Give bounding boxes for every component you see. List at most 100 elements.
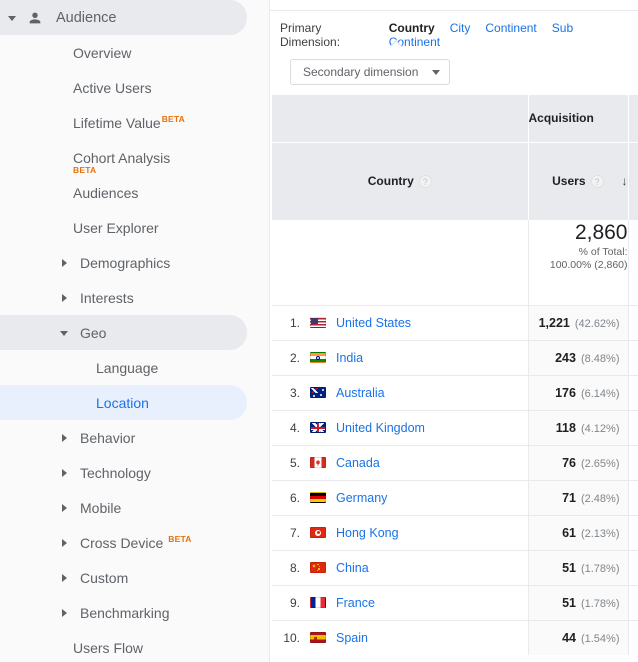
dimension-tab-city[interactable]: City [450, 21, 471, 35]
row-country-link[interactable]: United States [336, 316, 411, 330]
row-users-value: 76 [562, 455, 576, 470]
row-next-cell [628, 549, 638, 585]
sidebar-item-lifetime-value[interactable]: Lifetime ValueBETA [0, 105, 269, 140]
row-country-link[interactable]: Spain [336, 631, 368, 645]
totals-users-value: 2,860 [574, 220, 628, 244]
sidebar-item-cohort-analysis[interactable]: Cohort Analysis BETA [0, 140, 269, 175]
sidebar-item-label-wrap: Overview [73, 45, 131, 61]
sidebar-item-behavior[interactable]: Behavior [0, 420, 269, 455]
dimension-tab-continent[interactable]: Continent [485, 21, 536, 35]
chevron-right-icon[interactable] [60, 258, 70, 268]
totals-users-pct-value: 100.00% (2,860) [549, 258, 628, 271]
row-dimension-cell: 9. France [272, 584, 529, 620]
sidebar-item-benchmarking[interactable]: Benchmarking [0, 595, 269, 630]
sidebar-item-technology[interactable]: Technology [0, 455, 269, 490]
table-header: Acquisition Country? Users? ↓ [272, 95, 638, 220]
row-users-cell: 51 (1.78%) [528, 549, 629, 585]
sidebar-item-user-explorer[interactable]: User Explorer [0, 210, 269, 245]
sidebar-item-language[interactable]: Language [0, 350, 269, 385]
table-row: 2. India 243 (8.48%) [272, 339, 638, 375]
beta-badge: BETA [161, 113, 185, 124]
help-icon[interactable]: ? [418, 175, 432, 189]
chevron-right-icon[interactable] [60, 433, 70, 443]
sidebar-item-demographics[interactable]: Demographics [0, 245, 269, 280]
cn-flag-icon [310, 562, 326, 573]
row-users-value: 44 [562, 630, 576, 645]
sidebar-item-mobile[interactable]: Mobile [0, 490, 269, 525]
chevron-right-icon[interactable] [60, 573, 70, 583]
sidebar-item-audience[interactable]: Audience [0, 0, 269, 35]
primary-dimension-tabs[interactable]: Country City Continent Sub Continent [389, 21, 638, 49]
secondary-dimension-button[interactable]: Secondary dimension [290, 59, 451, 85]
beta-badge: BETA [168, 533, 192, 544]
gb-flag-icon [310, 422, 326, 433]
chevron-right-icon[interactable] [60, 538, 70, 548]
row-rank: 5. [289, 455, 300, 470]
sidebar-item-overview[interactable]: Overview [0, 35, 269, 70]
dimension-tab-country[interactable]: Country [389, 21, 435, 35]
sidebar-item-location[interactable]: Location [0, 385, 269, 420]
row-users-percent: (1.78%) [580, 597, 620, 610]
chevron-down-icon[interactable] [8, 13, 18, 23]
row-users-percent: (4.12%) [580, 422, 620, 435]
row-country-link[interactable]: Germany [336, 491, 387, 505]
country-report-table: Acquisition Country? Users? ↓ 2,860 % of… [272, 95, 638, 655]
row-country-link[interactable]: Canada [336, 456, 380, 470]
group-header-blank [272, 95, 529, 142]
table-row: 8. China 51 (1.78%) [272, 549, 638, 585]
sidebar-item-highlight [0, 315, 247, 350]
row-rank: 7. [289, 525, 300, 540]
chevron-right-icon[interactable] [60, 293, 70, 303]
column-header-country[interactable]: Country? [272, 141, 529, 220]
row-country-link[interactable]: China [336, 561, 369, 575]
row-country-link[interactable]: India [336, 351, 363, 365]
sidebar-item-custom[interactable]: Custom [0, 560, 269, 595]
left-sidebar-nav[interactable]: Audience Overview Active Users Lifetime Val… [0, 0, 270, 662]
row-users-value: 1,221 [538, 315, 570, 330]
sidebar-item-audiences[interactable]: Audiences [0, 175, 269, 210]
sidebar-item-active-users[interactable]: Active Users [0, 70, 269, 105]
table-row: 5. Canada 76 (2.65%) [272, 444, 638, 480]
sidebar-item-cross-device[interactable]: Cross Device BETA [0, 525, 269, 560]
sort-descending-icon[interactable]: ↓ [616, 174, 628, 188]
sidebar-item-label-wrap: Language [96, 360, 158, 376]
beta-badge: BETA [73, 165, 97, 175]
sidebar-item-label: Custom [80, 569, 129, 586]
row-country-link[interactable]: Hong Kong [336, 526, 399, 540]
sidebar-item-label-wrap: Technology [80, 465, 151, 481]
sidebar-item-label-wrap: Audiences [73, 185, 138, 201]
row-users-percent: (1.78%) [580, 562, 620, 575]
row-country-link[interactable]: France [336, 596, 375, 610]
chevron-right-icon[interactable] [60, 608, 70, 618]
sidebar-item-geo[interactable]: Geo [0, 315, 269, 350]
au-flag-icon [310, 387, 326, 398]
row-next-cell [628, 304, 638, 340]
chevron-right-icon[interactable] [60, 468, 70, 478]
row-rank: 4. [289, 420, 300, 435]
row-country-link[interactable]: United Kingdom [336, 421, 425, 435]
sidebar-item-label: Mobile [80, 499, 122, 516]
row-dimension-cell: 3. Australia [272, 374, 529, 410]
sidebar-item-label-wrap: Cross Device BETA [80, 533, 192, 551]
us-flag-icon [310, 317, 326, 328]
row-users-value: 118 [555, 420, 576, 435]
row-dimension-cell: 2. India [272, 339, 529, 375]
row-country-link[interactable]: Australia [336, 386, 385, 400]
sidebar-item-interests[interactable]: Interests [0, 280, 269, 315]
sidebar-item-label: Cross Device [80, 534, 164, 551]
table-group-header-row: Acquisition [272, 95, 638, 142]
totals-dimension-cell [272, 219, 529, 305]
row-users-cell: 76 (2.65%) [528, 444, 629, 480]
sidebar-item-label: Audiences [73, 184, 139, 201]
table-row: 1. United States 1,221 (42.62%) [272, 304, 638, 340]
row-next-cell [628, 409, 638, 445]
help-icon[interactable]: ? [590, 174, 604, 188]
row-dimension-cell: 8. China [272, 549, 529, 585]
column-header-users[interactable]: Users? ↓ [528, 141, 629, 220]
sidebar-item-users-flow[interactable]: Users Flow [0, 630, 269, 662]
chevron-down-icon[interactable] [60, 328, 70, 338]
chevron-right-icon[interactable] [60, 503, 70, 513]
